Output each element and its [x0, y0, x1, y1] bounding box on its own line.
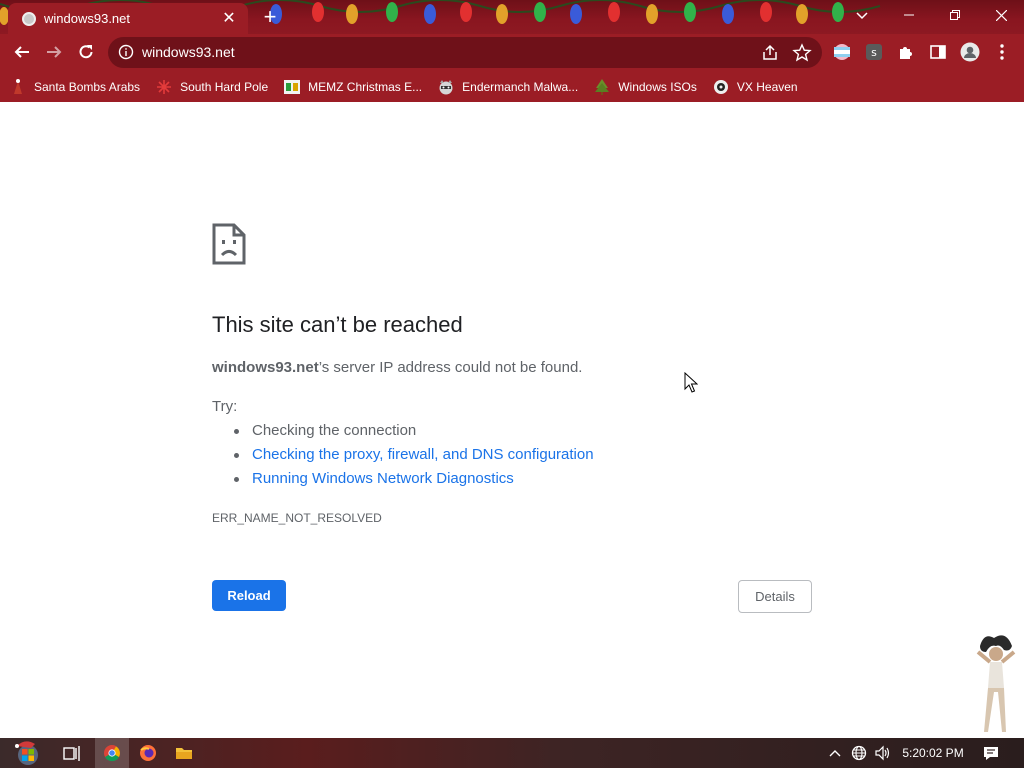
reload-button[interactable]: Reload: [212, 580, 286, 611]
bookmarks-bar: Santa Bombs Arabs South Hard Pole MEMZ C…: [0, 71, 1024, 102]
side-panel-icon: [930, 45, 946, 59]
tab-windows93[interactable]: windows93.net ✕: [8, 3, 248, 34]
taskbar-firefox[interactable]: [131, 738, 165, 768]
taskbar-file-explorer[interactable]: [167, 738, 201, 768]
forward-button[interactable]: [40, 38, 68, 66]
close-window-button[interactable]: [978, 0, 1024, 30]
window-controls: [886, 0, 1024, 30]
error-description-text: ’s server IP address could not be found.: [318, 359, 583, 376]
bookmark-label: VX Heaven: [736, 79, 798, 94]
address-bar[interactable]: windows93.net: [108, 37, 822, 68]
bookmark-label: MEMZ Christmas E...: [308, 79, 423, 94]
profile-button[interactable]: [959, 41, 981, 63]
minimize-button[interactable]: [886, 0, 932, 30]
mouse-cursor-icon: [684, 372, 698, 393]
profile-flag-extension[interactable]: [831, 41, 853, 63]
suggestion-network-diagnostics-link[interactable]: Running Windows Network Diagnostics: [234, 469, 594, 493]
browser-toolbar: windows93.net s: [0, 34, 1024, 71]
tree-icon: [594, 78, 610, 95]
tab-close-button[interactable]: ✕: [220, 10, 238, 28]
error-title: This site can’t be reached: [212, 312, 463, 337]
raccoon-icon: [438, 79, 454, 95]
restore-icon: [950, 10, 960, 20]
bookmark-windows-isos[interactable]: Windows ISOs: [594, 75, 697, 99]
star-icon[interactable]: [792, 43, 812, 63]
suggestion-check-proxy-link[interactable]: Checking the proxy, firewall, and DNS co…: [234, 445, 594, 469]
refresh-icon: [79, 45, 93, 59]
chevron-up-icon: [829, 750, 841, 757]
action-center-button[interactable]: [980, 738, 1002, 768]
taskbar-clock[interactable]: 5:20:02 PM: [890, 738, 976, 768]
globe-icon: [22, 11, 36, 26]
bookmark-label: Santa Bombs Arabs: [34, 79, 141, 94]
extensions-button[interactable]: [895, 41, 917, 63]
side-panel-button[interactable]: [927, 41, 949, 63]
arrow-left-icon: [14, 46, 29, 58]
puzzle-icon: [900, 47, 912, 59]
close-icon: [995, 9, 1007, 21]
chrome-icon: [104, 745, 120, 762]
taskbar: 5:20:02 PM: [0, 738, 1024, 768]
back-button[interactable]: [8, 38, 36, 66]
minimize-icon: [904, 14, 914, 16]
volume-button[interactable]: [872, 738, 892, 768]
snowflake-icon: [156, 79, 172, 95]
taskbar-chrome[interactable]: [95, 738, 129, 768]
tab-strip: windows93.net ✕ +: [0, 0, 1024, 34]
firefox-icon: [140, 745, 156, 761]
dancing-figure-overlay: [976, 635, 1016, 732]
try-label: Try:: [212, 398, 238, 415]
s-extension-icon: s: [866, 44, 882, 60]
bookmark-label: Windows ISOs: [618, 79, 697, 94]
memz-icon: [284, 79, 301, 95]
bookmark-santa-bombs-arabs[interactable]: Santa Bombs Arabs: [10, 75, 140, 99]
sad-page-icon: [212, 223, 246, 265]
task-view-button[interactable]: [55, 738, 89, 768]
bookmark-endermanch-malware[interactable]: Endermanch Malwa...: [438, 75, 578, 99]
restore-button[interactable]: [932, 0, 978, 30]
url-text[interactable]: windows93.net: [142, 44, 235, 60]
network-button[interactable]: [849, 738, 869, 768]
bookmark-label: South Hard Pole: [180, 79, 269, 94]
notification-icon: [984, 747, 998, 760]
info-icon[interactable]: [118, 44, 134, 60]
show-hidden-icons-button[interactable]: [826, 738, 844, 768]
chevron-down-icon: [856, 12, 868, 20]
share-icon[interactable]: [760, 43, 780, 63]
folder-icon: [176, 748, 192, 759]
tab-search-button[interactable]: [846, 5, 878, 27]
bookmark-south-hard-pole[interactable]: South Hard Pole: [156, 75, 268, 99]
browser-window: windows93.net ✕ + windows93.net s Santa …: [0, 0, 1024, 768]
avatar-icon: [960, 42, 980, 62]
reload-toolbar-button[interactable]: [72, 38, 100, 66]
svg-text:s: s: [871, 46, 877, 59]
kebab-menu-icon: [1000, 44, 1004, 60]
bookmark-memz-christmas[interactable]: MEMZ Christmas E...: [284, 75, 422, 99]
new-tab-button[interactable]: +: [258, 6, 282, 30]
menu-button[interactable]: [991, 41, 1013, 63]
suggestion-list: Checking the connection Checking the pro…: [234, 421, 594, 493]
arrow-right-icon: [47, 46, 62, 58]
speaker-icon: [875, 745, 890, 761]
error-page: This site can’t be reached windows93.net…: [0, 102, 1024, 738]
tab-title: windows93.net: [44, 11, 130, 26]
globe-network-icon: [851, 745, 867, 761]
windows-logo-icon: [15, 741, 38, 765]
error-code: ERR_NAME_NOT_RESOLVED: [212, 511, 382, 525]
vx-icon: [713, 79, 729, 95]
santa-icon: [10, 78, 26, 95]
details-button[interactable]: Details: [738, 580, 812, 613]
task-view-icon: [63, 746, 80, 761]
suggestion-check-connection: Checking the connection: [234, 421, 594, 445]
start-button[interactable]: [10, 738, 46, 768]
stylus-extension[interactable]: s: [863, 41, 885, 63]
error-host: windows93.net: [212, 359, 319, 376]
error-description: windows93.net’s server IP address could …: [212, 359, 582, 376]
bookmark-label: Endermanch Malwa...: [462, 79, 579, 94]
bookmark-vx-heaven[interactable]: VX Heaven: [713, 75, 798, 99]
flag-icon: [834, 44, 850, 60]
